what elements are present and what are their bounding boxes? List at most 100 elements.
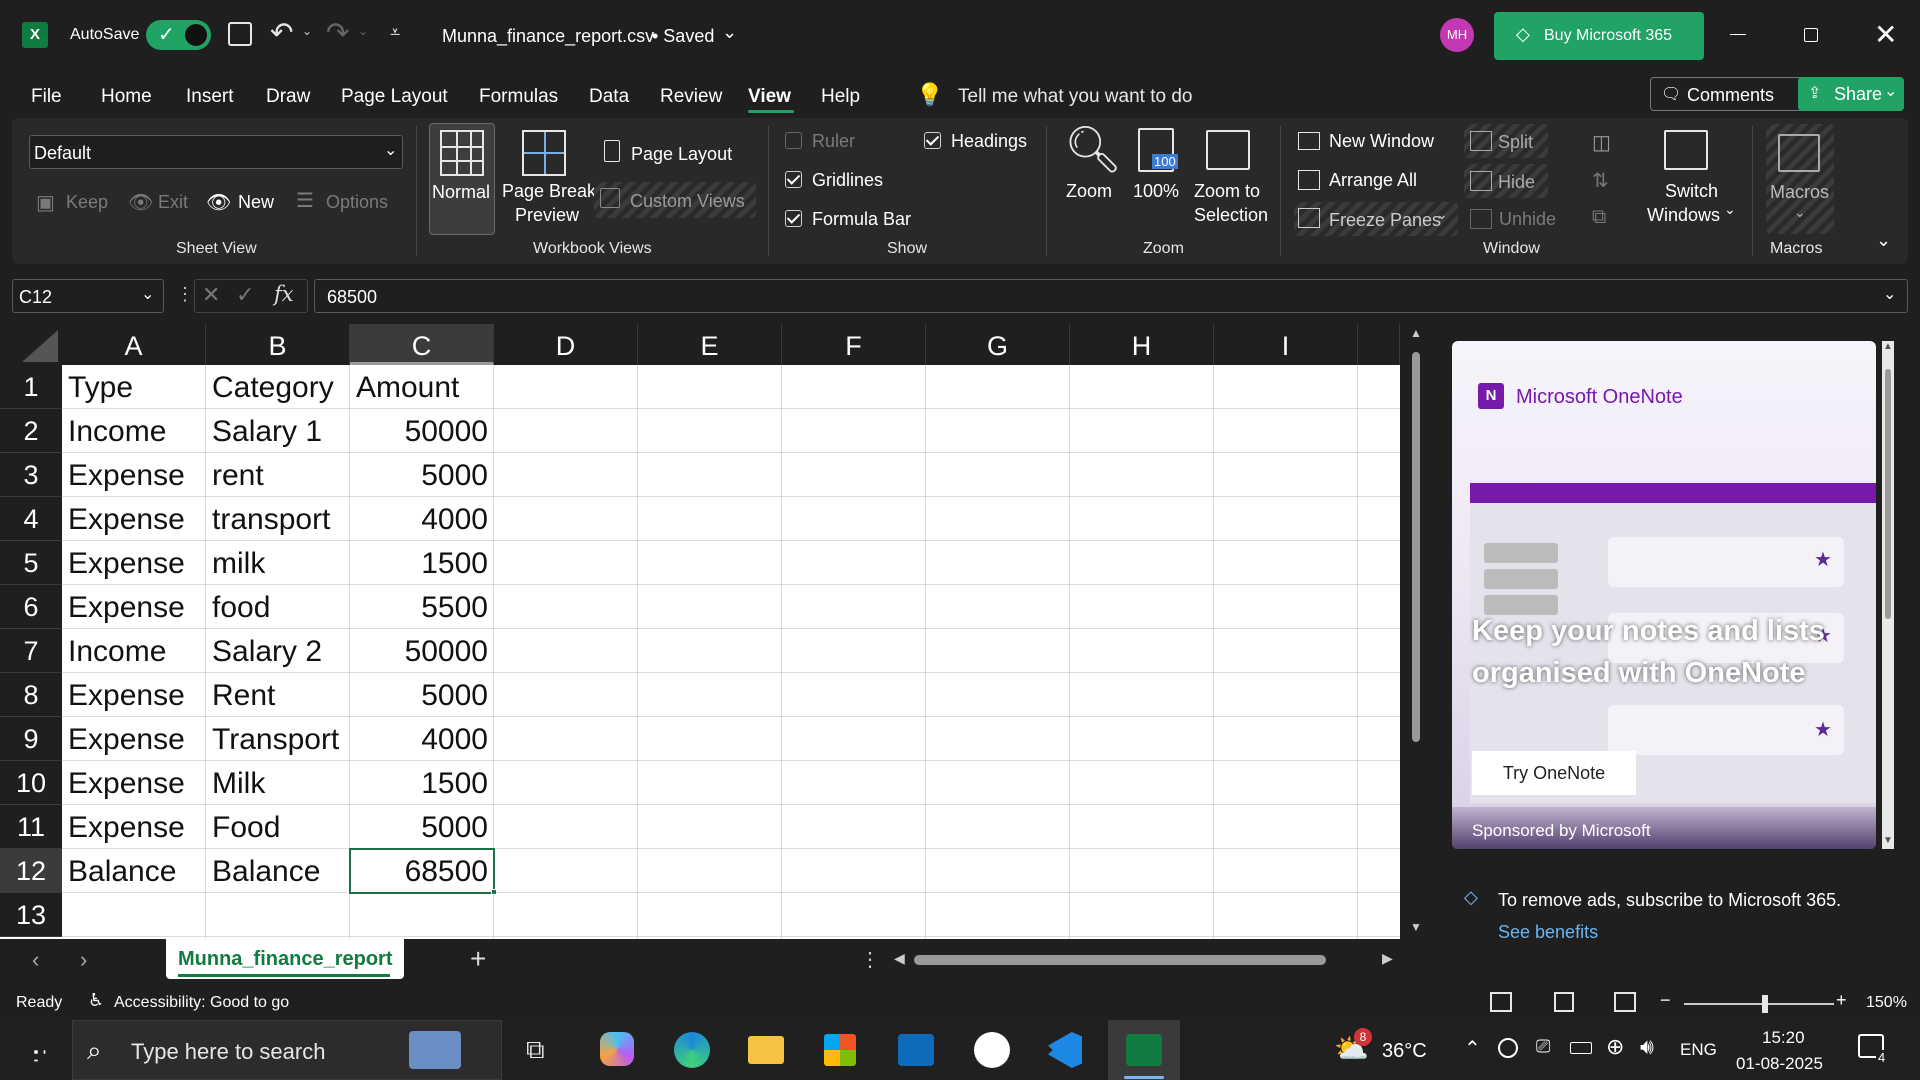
cell-c5[interactable]: 1500 [350,541,494,585]
insert-function-icon[interactable]: fx [274,282,294,306]
cell-b10[interactable]: Milk [206,761,350,805]
row-header-3[interactable]: 3 [0,453,62,497]
cell-c6[interactable]: 5500 [350,585,494,629]
row-header-13[interactable]: 13 [0,893,62,937]
file-title[interactable]: Munna_finance_report.csv [442,26,654,47]
cell-a10[interactable]: Expense [62,761,206,805]
zoom-to-selection-icon[interactable] [1206,130,1250,170]
page-layout-icon[interactable] [604,140,620,162]
next-sheet-icon[interactable]: › [80,947,87,973]
new-window-button[interactable]: New Window [1329,131,1434,152]
autosave-toggle[interactable]: ✓ [146,20,211,50]
close-icon[interactable]: ✕ [1874,18,1897,51]
zoom-selection-label-2[interactable]: Selection [1194,205,1268,226]
try-onenote-button[interactable]: Try OneNote [1472,751,1636,795]
row-header-12[interactable]: 12 [0,849,62,893]
network-icon[interactable]: ⊕ [1606,1034,1624,1060]
row-header-10[interactable]: 10 [0,761,62,805]
split-button[interactable]: Split [1464,124,1548,158]
column-header-h[interactable]: H [1070,324,1214,365]
zoom-100-button[interactable]: 100% [1133,181,1179,202]
tab-help[interactable]: Help [821,86,860,108]
switch-windows-label-2[interactable]: Windows [1647,205,1720,226]
row-header-11[interactable]: 11 [0,805,62,849]
column-header-b[interactable]: B [206,324,350,365]
page-layout-button[interactable]: Page Layout [631,144,732,165]
cell-a11[interactable]: Expense [62,805,206,849]
cell-c7[interactable]: 50000 [350,629,494,673]
cell-b9[interactable]: Transport [206,717,350,761]
customize-toolbar-icon[interactable]: ⩡ [390,22,400,43]
file-explorer-icon[interactable] [748,1036,784,1064]
enter-icon[interactable]: ✓ [236,282,254,308]
previous-sheet-icon[interactable]: ‹ [32,947,39,973]
avatar[interactable]: MH [1440,18,1474,52]
whatsapp-icon[interactable] [974,1032,1010,1068]
scroll-down-icon[interactable]: ▼ [1410,920,1422,934]
tab-formulas[interactable]: Formulas [479,86,558,108]
outlook-icon[interactable] [898,1034,934,1066]
onenote-ad[interactable]: N Microsoft OneNote ★ ★ ★ Keep your note… [1452,341,1876,849]
buy-microsoft-365-button[interactable]: ◇ Buy Microsoft 365 [1494,12,1704,60]
cell-c4[interactable]: 4000 [350,497,494,541]
zoom-selection-label-1[interactable]: Zoom to [1194,181,1260,202]
switch-windows-icon[interactable] [1664,130,1708,170]
cell-c1[interactable]: Amount [350,365,494,409]
copilot-icon[interactable] [600,1032,634,1066]
row-header-1[interactable]: 1 [0,365,62,409]
tab-review[interactable]: Review [660,86,722,108]
zoom-in-icon[interactable]: + [1836,990,1847,1011]
column-header-c[interactable]: C [350,324,494,365]
tab-draw[interactable]: Draw [266,86,310,108]
tell-me-search[interactable]: Tell me what you want to do [958,86,1192,108]
tab-home[interactable]: Home [101,86,152,108]
row-header-2[interactable]: 2 [0,409,62,453]
microsoft-store-icon[interactable] [824,1034,856,1066]
page-break-preview-icon[interactable] [522,130,566,176]
formula-bar-checkbox[interactable] [785,210,802,227]
gridlines-checkbox[interactable] [785,171,802,188]
row-header-9[interactable]: 9 [0,717,62,761]
temperature[interactable]: 36°C [1382,1040,1427,1063]
clock-time[interactable]: 15:20 [1762,1028,1805,1048]
scroll-left-icon[interactable]: ◀ [894,950,905,967]
cell-c3[interactable]: 5000 [350,453,494,497]
cell-b8[interactable]: Rent [206,673,350,717]
scroll-down-icon[interactable]: ▼ [1883,835,1893,846]
view-side-by-side-icon[interactable]: ◫ [1592,130,1611,155]
cell-c8[interactable]: 5000 [350,673,494,717]
page-layout-view-icon[interactable] [1554,992,1574,1012]
normal-view-button[interactable]: Normal [429,123,495,235]
volume-icon[interactable]: 🔊︎ [1640,1034,1654,1060]
zoom-slider-thumb[interactable] [1762,995,1768,1013]
windows-start-icon[interactable] [26,1042,46,1062]
hide-button[interactable]: Hide [1464,164,1548,198]
cell-a3[interactable]: Expense [62,453,206,497]
task-view-icon[interactable]: ⧉ [526,1034,545,1066]
new-window-icon[interactable] [1298,132,1320,150]
cell-b2[interactable]: Salary 1 [206,409,350,453]
zoom-magnifier-icon[interactable]: 🔍︎ [1064,122,1122,177]
tab-insert[interactable]: Insert [186,86,234,108]
formula-input[interactable]: 68500 ⌄ [314,279,1908,313]
switch-windows-label-1[interactable]: Switch [1665,181,1718,202]
horizontal-scroll-thumb[interactable] [914,955,1326,965]
column-header-i[interactable]: I [1214,324,1358,365]
fill-handle[interactable] [491,889,497,895]
page-break-label-2[interactable]: Preview [515,205,579,226]
chevron-up-icon[interactable]: ⌃ [1464,1036,1481,1061]
cell-c2[interactable]: 50000 [350,409,494,453]
cell-a6[interactable]: Expense [62,585,206,629]
row-header-4[interactable]: 4 [0,497,62,541]
excel-taskbar-button[interactable] [1108,1020,1180,1080]
cell-b5[interactable]: milk [206,541,350,585]
more-options-icon[interactable]: ⋮ [176,284,194,305]
page-break-label-1[interactable]: Page Break [502,181,596,202]
spreadsheet-grid[interactable]: A B C D E F G H I 1 2 3 4 5 6 7 8 9 10 11 12 13 Type Category Am… [0,324,1400,939]
cell-b6[interactable]: food [206,585,350,629]
restore-icon[interactable] [1804,28,1818,42]
clock-date[interactable]: 01-08-2025 [1736,1054,1823,1074]
arrange-all-button[interactable]: Arrange All [1329,170,1417,191]
zoom-out-icon[interactable]: − [1660,990,1671,1011]
cell-c9[interactable]: 4000 [350,717,494,761]
